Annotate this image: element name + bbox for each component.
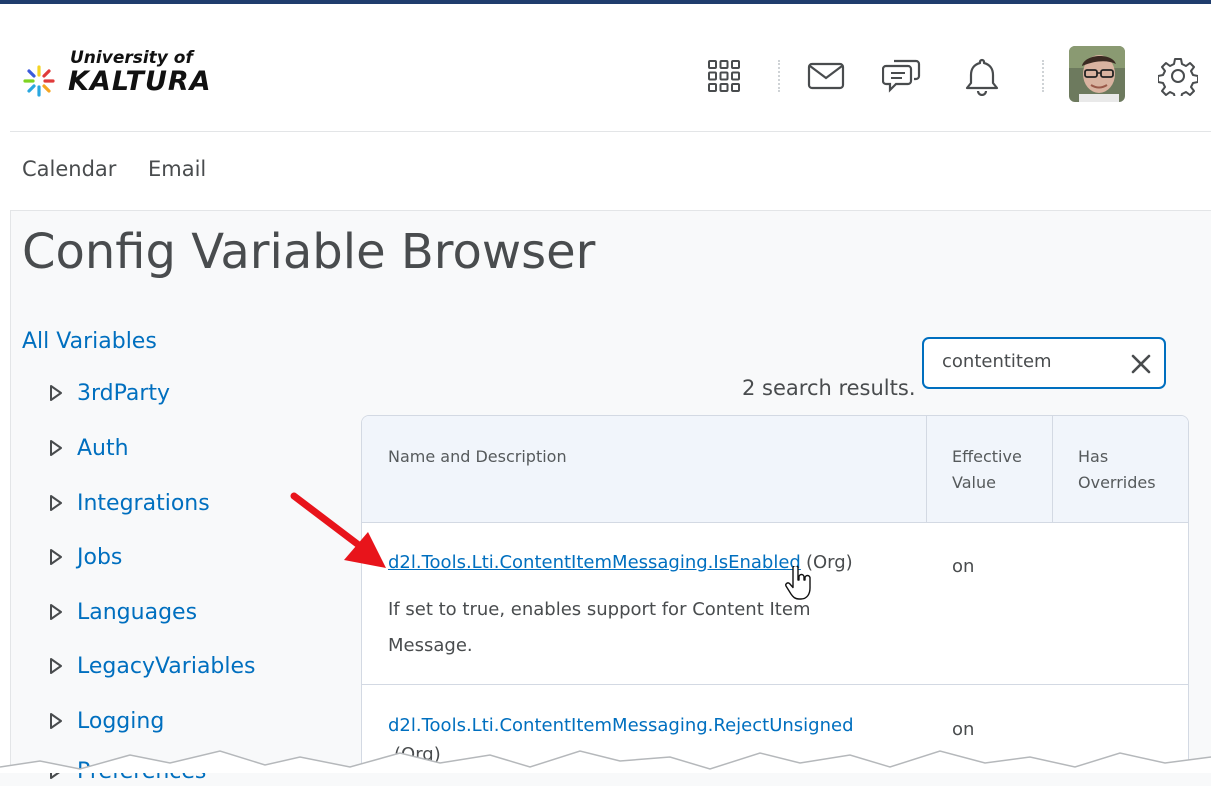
tree-item-integrations[interactable]: Integrations: [48, 488, 210, 518]
effective-value: on: [952, 556, 975, 577]
chat-icon: [882, 59, 921, 93]
tree-item-label: LegacyVariables: [77, 653, 256, 679]
tree-item-legacyvariables[interactable]: LegacyVariables: [48, 651, 256, 681]
nav-item-email[interactable]: Email: [148, 157, 206, 181]
waffle-button[interactable]: [702, 54, 746, 98]
torn-edge-decoration: [0, 750, 1211, 773]
logo-starburst-icon: [23, 65, 55, 97]
tree-item-jobs[interactable]: Jobs: [48, 542, 122, 572]
tree-item-3rdparty[interactable]: 3rdParty: [48, 378, 170, 408]
tree-item-label: Jobs: [77, 544, 123, 570]
tree-item-label: Integrations: [77, 490, 210, 516]
tree-item-languages[interactable]: Languages: [48, 597, 197, 627]
avatar[interactable]: [1069, 46, 1125, 102]
tree-item-auth[interactable]: Auth: [48, 433, 129, 463]
bell-icon: [965, 58, 999, 96]
search-input[interactable]: [942, 351, 1112, 372]
waffle-icon: [708, 60, 740, 92]
close-icon[interactable]: [1128, 351, 1154, 377]
table-row: d2l.Tools.Lti.ContentItemMessaging.IsEna…: [362, 522, 1188, 685]
mail-icon: [807, 62, 845, 90]
expand-triangle-icon: [50, 385, 62, 401]
header-divider: [1042, 60, 1044, 92]
tree-root-all-variables[interactable]: All Variables: [22, 329, 157, 354]
tree-item-logging[interactable]: Logging: [48, 706, 164, 736]
annotation-arrow-icon: [290, 492, 386, 568]
logo-line1: University of: [70, 48, 193, 68]
tree-item-label: Logging: [77, 708, 165, 734]
expand-triangle-icon: [50, 549, 62, 565]
logo-line2: KALTURA: [68, 66, 212, 97]
expand-triangle-icon: [50, 495, 62, 511]
gear-icon: [1158, 58, 1198, 96]
table-header: Name and Description Effective Value Has…: [362, 416, 1188, 523]
user-photo: [1069, 46, 1125, 102]
header: University of KALTURA: [10, 4, 1211, 132]
search-box: [922, 337, 1166, 389]
column-header-has-overrides[interactable]: Has Overrides: [1078, 444, 1168, 496]
effective-value: on: [952, 719, 975, 740]
tree-item-label: 3rdParty: [77, 380, 171, 406]
chat-button[interactable]: [880, 54, 924, 98]
expand-triangle-icon: [50, 440, 62, 456]
expand-triangle-icon: [50, 604, 62, 620]
expand-triangle-icon: [50, 713, 62, 729]
expand-triangle-icon: [50, 658, 62, 674]
tree-item-label: Auth: [77, 435, 129, 461]
variable-description: If set to true, enables support for Cont…: [388, 599, 811, 656]
notifications-button[interactable]: [960, 54, 1004, 98]
column-header-name[interactable]: Name and Description: [388, 444, 567, 470]
settings-button[interactable]: [1156, 54, 1200, 98]
column-divider: [926, 416, 927, 522]
nav-item-calendar[interactable]: Calendar: [22, 157, 116, 181]
results-table: Name and Description Effective Value Has…: [361, 415, 1189, 773]
variable-link[interactable]: d2l.Tools.Lti.ContentItemMessaging.IsEna…: [388, 552, 801, 573]
page-title: Config Variable Browser: [22, 224, 596, 280]
column-divider: [1052, 416, 1053, 522]
header-divider: [778, 60, 780, 92]
variable-link[interactable]: d2l.Tools.Lti.ContentItemMessaging.Rejec…: [388, 715, 854, 736]
column-header-effective-value[interactable]: Effective Value: [952, 444, 1042, 496]
tree-item-label: Languages: [77, 599, 198, 625]
mail-button[interactable]: [804, 54, 848, 98]
hand-cursor-icon: [785, 566, 811, 600]
navbar: Calendar Email: [10, 132, 1211, 211]
results-count: 2 search results.: [742, 376, 916, 400]
